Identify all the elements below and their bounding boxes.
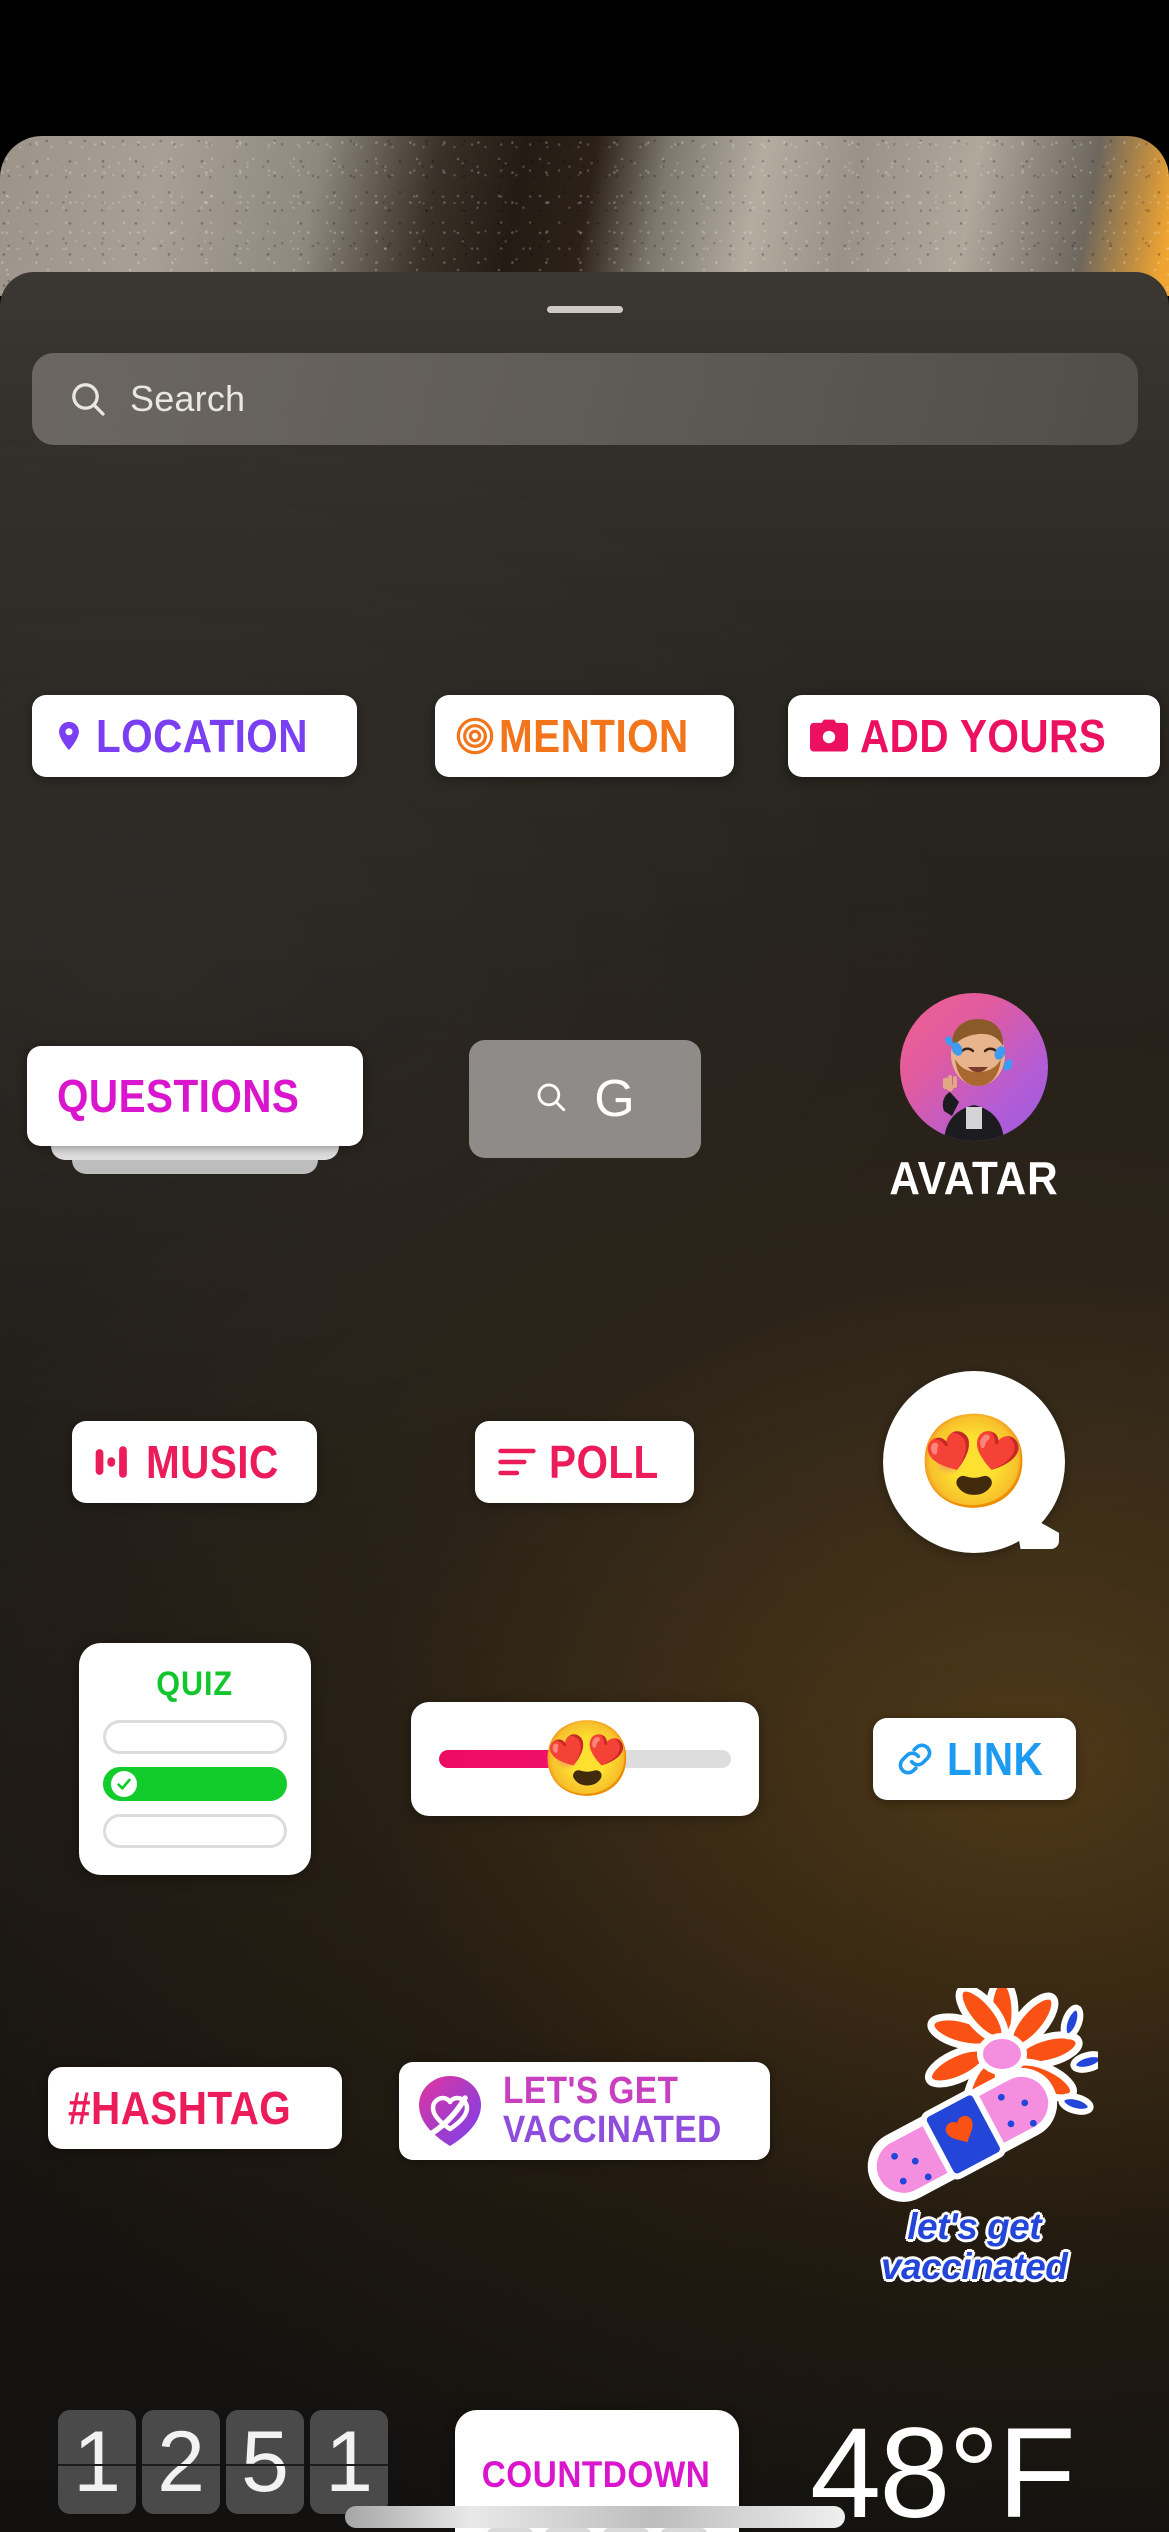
vaccinated-line-2: VACCINATED [503, 2109, 722, 2151]
clock-digit-value: 5 [241, 2414, 289, 2510]
emoji-slider-sticker[interactable]: 😍 [410, 1702, 759, 1816]
music-sticker[interactable]: MUSIC [72, 1421, 318, 1503]
vaccinated-sticker[interactable]: LET'S GET VACCINATED [399, 2062, 770, 2160]
bandage-caption-line-1: let's get [907, 2205, 1042, 2247]
poll-sticker[interactable]: POLL [475, 1421, 694, 1503]
clock-digit: 1 [58, 2410, 136, 2514]
search-input[interactable]: Search [32, 353, 1138, 445]
vaccinated-line-1: LET'S GET [503, 2070, 679, 2113]
countdown-progress-bar [344, 2506, 845, 2528]
hashtag-sticker[interactable]: #HASHTAG [48, 2067, 342, 2149]
clock-digit-value: 2 [157, 2414, 205, 2510]
mention-sticker[interactable]: MENTION [434, 695, 735, 777]
quiz-option[interactable] [102, 1814, 287, 1848]
heart-eyes-emoji: 😍 [916, 1411, 1032, 1513]
gif-sticker-label: G [594, 1070, 635, 1128]
countdown-sticker[interactable]: COUNTDOWN [344, 2410, 845, 2532]
stories-sticker-screen: Search LOCATION MENTION ADD YOURS QUESTI… [0, 0, 1169, 2532]
quiz-sticker-label: QUIZ [156, 1665, 234, 1703]
location-sticker[interactable]: LOCATION [32, 695, 358, 777]
check-icon [110, 1771, 137, 1797]
camera-icon [808, 717, 850, 755]
avatar [900, 993, 1049, 1141]
heart-ribbon-icon [411, 2072, 489, 2150]
countdown-unit-boxes [486, 2528, 707, 2532]
chain-link-icon [893, 1739, 937, 1779]
quiz-option-correct[interactable] [102, 1767, 287, 1801]
location-sticker-label: LOCATION [96, 710, 309, 762]
at-threads-icon [455, 715, 495, 757]
sheet-drag-handle[interactable] [546, 306, 623, 313]
poll-sticker-label: POLL [549, 1436, 659, 1488]
poll-bars-icon [495, 1442, 539, 1482]
sticker-row-5: #HASHTAG LET'S GET VACCINATED let's get … [0, 1972, 1169, 2302]
questions-sticker-label: QUESTIONS [57, 1070, 300, 1122]
slider-thumb[interactable]: 😍 [541, 1722, 633, 1796]
music-sticker-label: MUSIC [146, 1436, 280, 1488]
search-placeholder: Search [130, 378, 246, 419]
sticker-row-6: 1 2 5 1 COUNTDOWN 48°F [0, 2410, 1169, 2532]
vaccine-bandage-sticker[interactable]: let's get vaccinated [850, 1976, 1106, 2287]
clock-sticker[interactable]: 1 2 5 1 [58, 2410, 388, 2514]
sticker-row-2: QUESTIONS G AVATAR [0, 984, 1169, 1214]
sticker-tray-sheet: Search LOCATION MENTION ADD YOURS QUESTI… [0, 272, 1169, 2532]
sticker-row-4: QUIZ 😍 LINK [0, 1634, 1169, 1884]
add-yours-sticker[interactable]: ADD YOURS [788, 695, 1161, 777]
hashtag-sticker-label: #HASHTAG [68, 2082, 292, 2134]
gif-sticker[interactable]: G [468, 1040, 701, 1158]
link-sticker[interactable]: LINK [872, 1718, 1076, 1800]
quiz-sticker[interactable]: QUIZ [78, 1643, 311, 1875]
avatar-sticker-label: AVATAR [889, 1152, 1059, 1204]
questions-sticker-sheet-front: QUESTIONS [26, 1046, 363, 1146]
emoji-reaction-sticker[interactable]: 😍 [883, 1371, 1066, 1553]
equalizer-icon [92, 1439, 136, 1485]
link-sticker-label: LINK [946, 1733, 1043, 1785]
clock-digit-value: 1 [73, 2414, 121, 2510]
quiz-option[interactable] [102, 1720, 287, 1754]
add-yours-sticker-label: ADD YOURS [860, 710, 1107, 762]
bandage-flower-icon [850, 1976, 1106, 2211]
map-pin-icon [52, 716, 86, 756]
search-icon [534, 1080, 568, 1119]
questions-sticker[interactable]: QUESTIONS [25, 1024, 365, 1174]
clock-digit-value: 1 [325, 2414, 373, 2510]
sticker-row-3: MUSIC POLL 😍 [0, 1362, 1169, 1562]
search-icon [68, 379, 108, 419]
countdown-sticker-label: COUNTDOWN [482, 2454, 711, 2495]
clock-digit: 5 [226, 2410, 304, 2514]
avatar-sticker[interactable]: AVATAR [882, 993, 1066, 1205]
clock-digit: 1 [310, 2410, 388, 2514]
bandage-sticker-caption: let's get vaccinated [881, 2205, 1068, 2287]
photo-letterbox [0, 0, 1169, 136]
mention-sticker-label: MENTION [498, 710, 689, 762]
clock-digit: 2 [142, 2410, 220, 2514]
sticker-row-1: LOCATION MENTION ADD YOURS [0, 676, 1169, 796]
vaccinated-sticker-text: LET'S GET VACCINATED [503, 2072, 751, 2150]
bandage-caption-line-2: vaccinated [881, 2245, 1068, 2287]
temperature-sticker[interactable]: 48°F [810, 2410, 1076, 2532]
